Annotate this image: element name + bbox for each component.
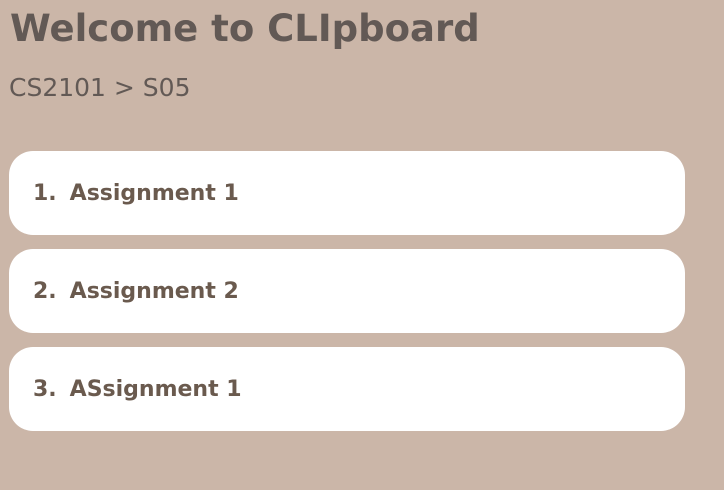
breadcrumb: CS2101 > S05 xyxy=(9,73,191,102)
assignment-label: Assignment 1 xyxy=(69,180,239,206)
assignment-number: 3. xyxy=(33,376,57,402)
assignment-item-3[interactable]: 3. ASsignment 1 xyxy=(9,347,685,431)
assignment-number: 1. xyxy=(33,180,57,206)
assignment-list: 1. Assignment 1 2. Assignment 2 3. ASsig… xyxy=(9,151,685,431)
assignment-label: Assignment 2 xyxy=(69,278,239,304)
assignment-item-2[interactable]: 2. Assignment 2 xyxy=(9,249,685,333)
page-title: Welcome to CLIpboard xyxy=(10,7,480,50)
assignment-label: ASsignment 1 xyxy=(69,376,242,402)
assignment-item-1[interactable]: 1. Assignment 1 xyxy=(9,151,685,235)
assignment-number: 2. xyxy=(33,278,57,304)
